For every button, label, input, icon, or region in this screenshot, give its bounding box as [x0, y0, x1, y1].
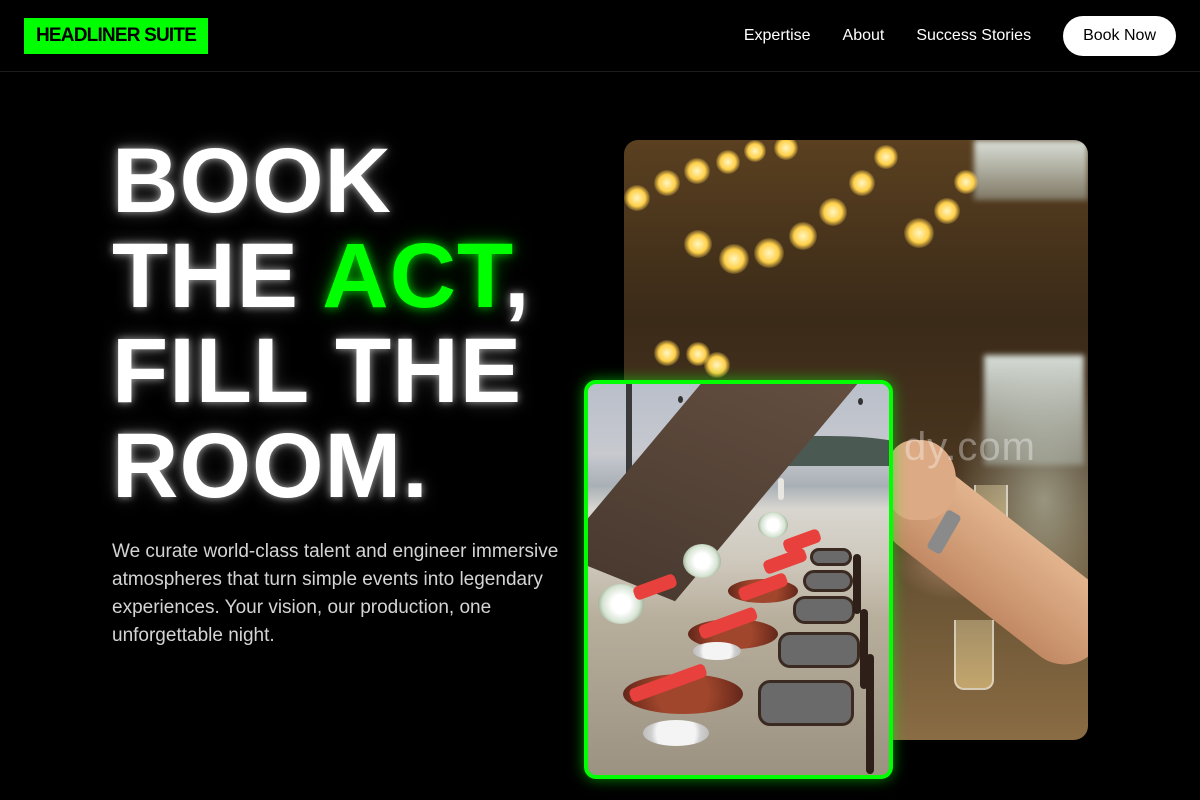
dining-chair — [810, 548, 852, 566]
bokeh-light — [704, 352, 730, 378]
brand-logo[interactable]: HEADLINER SUITE — [24, 18, 209, 54]
headline-line-4: ROOM. — [112, 415, 429, 517]
hero-description: We curate world-class talent and enginee… — [112, 541, 559, 646]
headline-line-2-post: , — [504, 225, 531, 327]
bokeh-light — [744, 140, 766, 162]
dining-chair — [803, 570, 853, 592]
distant-person — [778, 478, 784, 500]
white-plate — [693, 642, 741, 660]
bokeh-light — [716, 150, 740, 174]
headline-line-1: BOOK — [112, 130, 392, 232]
headline-line-3: FILL THE — [112, 320, 523, 422]
bokeh-light — [849, 170, 875, 196]
nav-link-about[interactable]: About — [843, 16, 885, 56]
bokeh-light — [754, 238, 784, 268]
bokeh-light — [774, 140, 798, 160]
string-light — [678, 396, 683, 403]
nav-link-success-stories[interactable]: Success Stories — [916, 16, 1031, 56]
bokeh-light — [819, 198, 847, 226]
bokeh-light — [624, 185, 650, 211]
champagne-glass — [954, 620, 994, 690]
white-plate — [643, 720, 709, 746]
dining-chair — [758, 680, 854, 726]
dining-chair — [778, 632, 860, 668]
bokeh-light — [719, 244, 749, 274]
bokeh-light — [684, 230, 712, 258]
dining-chair — [793, 596, 855, 624]
bokeh-light — [684, 158, 710, 184]
chair-back — [853, 554, 861, 614]
string-light — [858, 398, 863, 405]
bokeh-light — [954, 170, 978, 194]
nav-links: Expertise About Success Stories Book Now — [744, 16, 1176, 56]
headline-line-2-pre: THE — [112, 225, 323, 327]
top-navbar: HEADLINER SUITE Expertise About Success … — [0, 0, 1200, 72]
bokeh-light — [654, 170, 680, 196]
bokeh-light — [934, 198, 960, 224]
flower-centerpiece — [683, 544, 721, 578]
nav-link-expertise[interactable]: Expertise — [744, 16, 811, 56]
bokeh-light — [904, 218, 934, 248]
bokeh-light — [789, 222, 817, 250]
beach-dinner-photo — [584, 380, 893, 779]
hero-headline: BOOK THE ACT, FILL THE ROOM. — [112, 134, 531, 514]
flower-centerpiece — [758, 512, 788, 538]
chair-back — [860, 609, 868, 689]
bokeh-light — [874, 145, 898, 169]
headline-accent-word: ACT — [322, 225, 505, 327]
watermark: dy.com — [904, 425, 1036, 469]
headline-line-2: THE ACT, — [112, 229, 531, 324]
book-now-button[interactable]: Book Now — [1063, 16, 1176, 56]
bokeh-light — [654, 340, 680, 366]
window-glow — [974, 140, 1088, 200]
